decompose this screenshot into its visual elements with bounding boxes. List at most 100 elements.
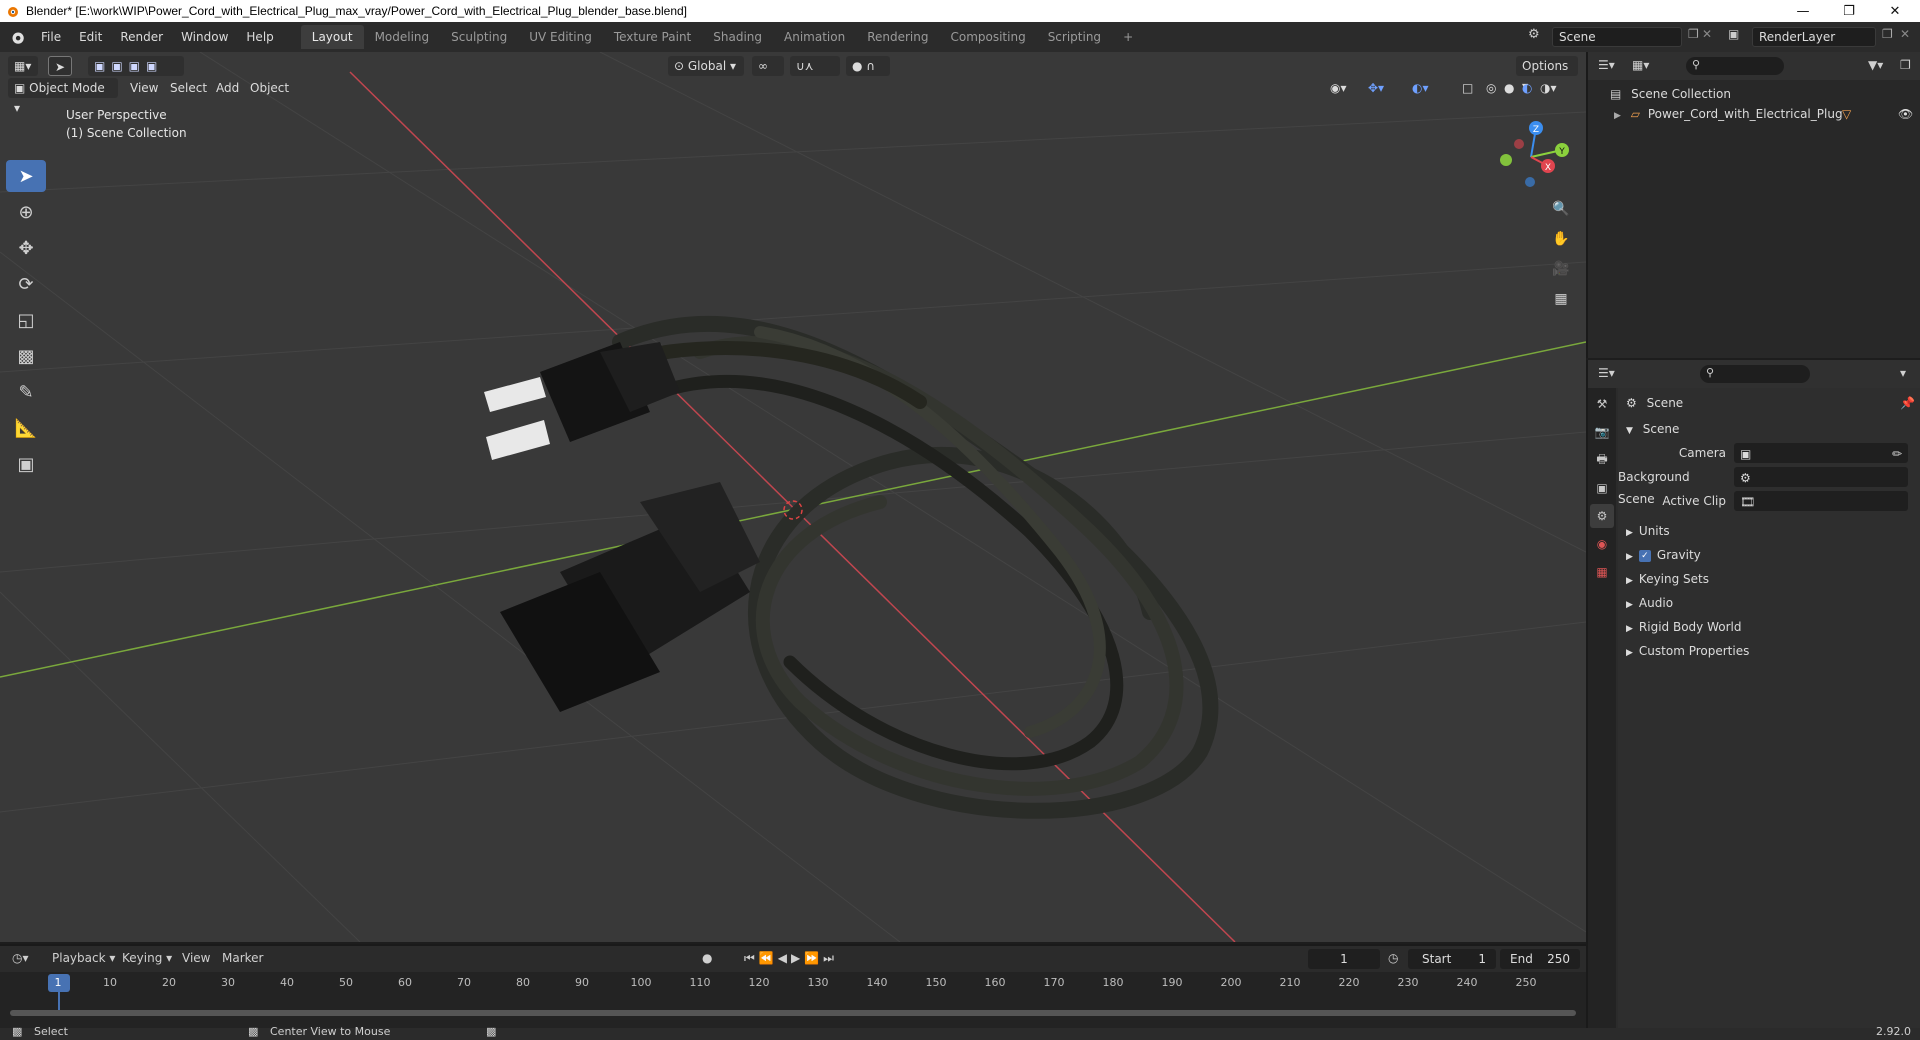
output-tab-icon[interactable]: 🖶 bbox=[1590, 448, 1614, 472]
pivot-point-icon[interactable]: ∞ bbox=[752, 56, 784, 76]
outliner-editor-type-icon[interactable]: ☰▾ bbox=[1598, 58, 1615, 72]
shading-wireframe-icon[interactable]: ◎ bbox=[1486, 78, 1496, 98]
visibility-icon[interactable]: ◉▾ bbox=[1330, 78, 1347, 98]
minimize-icon[interactable]: — bbox=[1780, 0, 1826, 22]
gizmo-toggle-icon[interactable]: ✥▾ bbox=[1368, 78, 1384, 98]
current-frame-field[interactable]: 1 bbox=[1308, 949, 1380, 969]
tab-sculpting[interactable]: Sculpting bbox=[440, 25, 518, 49]
tool-tab-icon[interactable]: ⚒ bbox=[1590, 392, 1614, 416]
clock-icon[interactable]: ◷ bbox=[1388, 951, 1398, 965]
close-icon[interactable]: ✕ bbox=[1872, 0, 1918, 22]
add-workspace-icon[interactable]: + bbox=[1112, 25, 1144, 49]
expand-arrow-icon[interactable]: ▶ bbox=[1614, 111, 1621, 121]
renderlayer-icon[interactable]: ▣ bbox=[1728, 27, 1739, 41]
tab-rendering[interactable]: Rendering bbox=[856, 25, 939, 49]
camera-view-icon[interactable]: 🎥 bbox=[1548, 256, 1574, 282]
end-frame-field[interactable]: End 250 bbox=[1500, 949, 1580, 969]
menu-object[interactable]: Object bbox=[250, 78, 289, 98]
scene-tab-icon[interactable]: ⚙ bbox=[1590, 504, 1614, 528]
render-layer-selector[interactable]: RenderLayer bbox=[1752, 27, 1876, 47]
xray-icon[interactable]: □ bbox=[1462, 78, 1473, 98]
restore-icon[interactable]: ❐ bbox=[1826, 0, 1872, 22]
filter-icon[interactable]: ▼▾ bbox=[1868, 58, 1883, 72]
menu-edit[interactable]: Edit bbox=[70, 26, 111, 48]
texture-tab-icon[interactable]: ▦ bbox=[1590, 560, 1614, 584]
start-frame-field[interactable]: Start 1 bbox=[1408, 949, 1496, 969]
options-dropdown[interactable]: Options ▾ bbox=[1516, 56, 1578, 93]
properties-options-icon[interactable]: ▾ bbox=[1900, 366, 1906, 380]
camera-field[interactable]: ▣ ✏ bbox=[1734, 443, 1908, 463]
renderlayer-new-icon[interactable]: ❐ bbox=[1882, 27, 1893, 41]
transform-orientation-dropdown[interactable]: ⊙ Global ▾ bbox=[668, 56, 744, 76]
shading-rendered-icon[interactable]: ◑▾ bbox=[1540, 78, 1557, 98]
navigation-gizmo[interactable]: Z Y X bbox=[1486, 112, 1576, 202]
menu-keying[interactable]: Keying ▾ bbox=[122, 951, 172, 965]
proportional-edit-icon[interactable]: ● ∩ bbox=[846, 56, 890, 76]
pan-hand-icon[interactable]: ✋ bbox=[1548, 226, 1574, 252]
menu-render[interactable]: Render bbox=[111, 26, 172, 48]
properties-search-input[interactable]: ⚲ bbox=[1700, 365, 1810, 383]
pin-icon[interactable]: 📌 bbox=[1900, 392, 1915, 414]
world-tab-icon[interactable]: ◉ bbox=[1590, 532, 1614, 556]
outliner-scene-collection[interactable]: ▤ Scene Collection bbox=[1588, 84, 1920, 104]
panel-custom-properties[interactable]: ▶ Custom Properties bbox=[1618, 640, 1920, 662]
ortho-grid-icon[interactable]: ▦ bbox=[1548, 286, 1574, 312]
rotate-icon[interactable]: ⟳ bbox=[6, 268, 46, 300]
annotate-icon[interactable]: ✎ bbox=[6, 376, 46, 408]
display-mode-icon[interactable]: ▦▾ bbox=[1632, 58, 1649, 72]
menu-file[interactable]: File bbox=[32, 26, 70, 48]
scene-icon[interactable]: ⚙ bbox=[1528, 27, 1540, 42]
menu-playback[interactable]: Playback ▾ bbox=[52, 951, 115, 965]
tab-uv-editing[interactable]: UV Editing bbox=[518, 25, 603, 49]
menu-view[interactable]: View bbox=[130, 78, 158, 98]
shading-material-icon[interactable]: ◐ bbox=[1522, 78, 1532, 98]
menu-marker[interactable]: Marker bbox=[222, 951, 263, 965]
eyedropper-icon[interactable]: ✏ bbox=[1892, 443, 1902, 465]
blender-menu-icon[interactable] bbox=[8, 28, 26, 46]
tab-animation[interactable]: Animation bbox=[773, 25, 856, 49]
render-tab-icon[interactable]: 📷 bbox=[1590, 420, 1614, 444]
visibility-eye-icon[interactable]: 👁 bbox=[1898, 104, 1913, 124]
view-layer-tab-icon[interactable]: ▣ bbox=[1590, 476, 1614, 500]
scene-remove-icon[interactable]: ✕ bbox=[1702, 27, 1712, 41]
tab-scripting[interactable]: Scripting bbox=[1037, 25, 1112, 49]
menu-select[interactable]: Select bbox=[170, 78, 207, 98]
transform-icon[interactable]: ▩ bbox=[6, 340, 46, 372]
menu-window[interactable]: Window bbox=[172, 26, 237, 48]
select-tool-icon[interactable]: ➤ bbox=[48, 56, 72, 76]
add-cube-icon[interactable]: ▣ bbox=[6, 448, 46, 480]
timeline-scrollbar[interactable] bbox=[10, 1010, 1576, 1016]
menu-add[interactable]: Add bbox=[216, 78, 239, 98]
panel-units[interactable]: ▶ Units bbox=[1618, 520, 1920, 542]
panel-keying-sets[interactable]: ▶ Keying Sets bbox=[1618, 568, 1920, 590]
timeline-ruler[interactable]: 1 10 20 30 40 50 60 70 80 90 100 110 120… bbox=[0, 974, 1586, 1010]
tab-texture-paint[interactable]: Texture Paint bbox=[603, 25, 702, 49]
renderlayer-remove-icon[interactable]: ✕ bbox=[1900, 27, 1910, 41]
outliner-search-input[interactable]: ⚲ bbox=[1686, 57, 1784, 75]
record-icon[interactable]: ● bbox=[702, 951, 712, 965]
gravity-checkbox[interactable]: ✓ bbox=[1638, 549, 1651, 562]
selection-mode-icons[interactable]: ▣▣▣▣ bbox=[88, 56, 184, 76]
active-clip-field[interactable]: 🎞 bbox=[1734, 491, 1908, 511]
tab-compositing[interactable]: Compositing bbox=[939, 25, 1036, 49]
scene-section-header[interactable]: ▼ Scene bbox=[1618, 418, 1920, 440]
zoom-icon[interactable]: 🔍 bbox=[1548, 196, 1574, 222]
properties-editor-type-icon[interactable]: ☰▾ bbox=[1598, 366, 1615, 380]
3d-viewport[interactable]: ▦▾ ➤ ▣▣▣▣ ⊙ Global ▾ ∞ ∪⋏ ● ∩ Options ▾ … bbox=[0, 52, 1586, 942]
panel-gravity[interactable]: ▶ ✓ Gravity bbox=[1618, 544, 1920, 566]
scene-selector[interactable]: Scene bbox=[1552, 27, 1682, 47]
panel-audio[interactable]: ▶ Audio bbox=[1618, 592, 1920, 614]
cursor-icon[interactable]: ⊕ bbox=[6, 196, 46, 228]
panel-rigid-body-world[interactable]: ▶ Rigid Body World bbox=[1618, 616, 1920, 638]
select-box-icon[interactable]: ➤ bbox=[6, 160, 46, 192]
editor-type-icon[interactable]: ▦▾ bbox=[8, 56, 38, 76]
mode-dropdown[interactable]: ▣ Object Mode ▾ bbox=[8, 78, 118, 115]
overlays-icon[interactable]: ◐▾ bbox=[1412, 78, 1429, 98]
scale-icon[interactable]: ◱ bbox=[6, 304, 46, 336]
new-collection-icon[interactable]: ❐ bbox=[1900, 58, 1911, 72]
timeline-editor-type-icon[interactable]: ◷▾ bbox=[12, 951, 29, 965]
tab-shading[interactable]: Shading bbox=[702, 25, 773, 49]
scene-new-icon[interactable]: ❐ bbox=[1688, 27, 1699, 41]
menu-help[interactable]: Help bbox=[237, 26, 282, 48]
outliner-item-power-cord[interactable]: ▶ ▱ Power_Cord_with_Electrical_Plug ▽ 👁 bbox=[1588, 104, 1920, 124]
